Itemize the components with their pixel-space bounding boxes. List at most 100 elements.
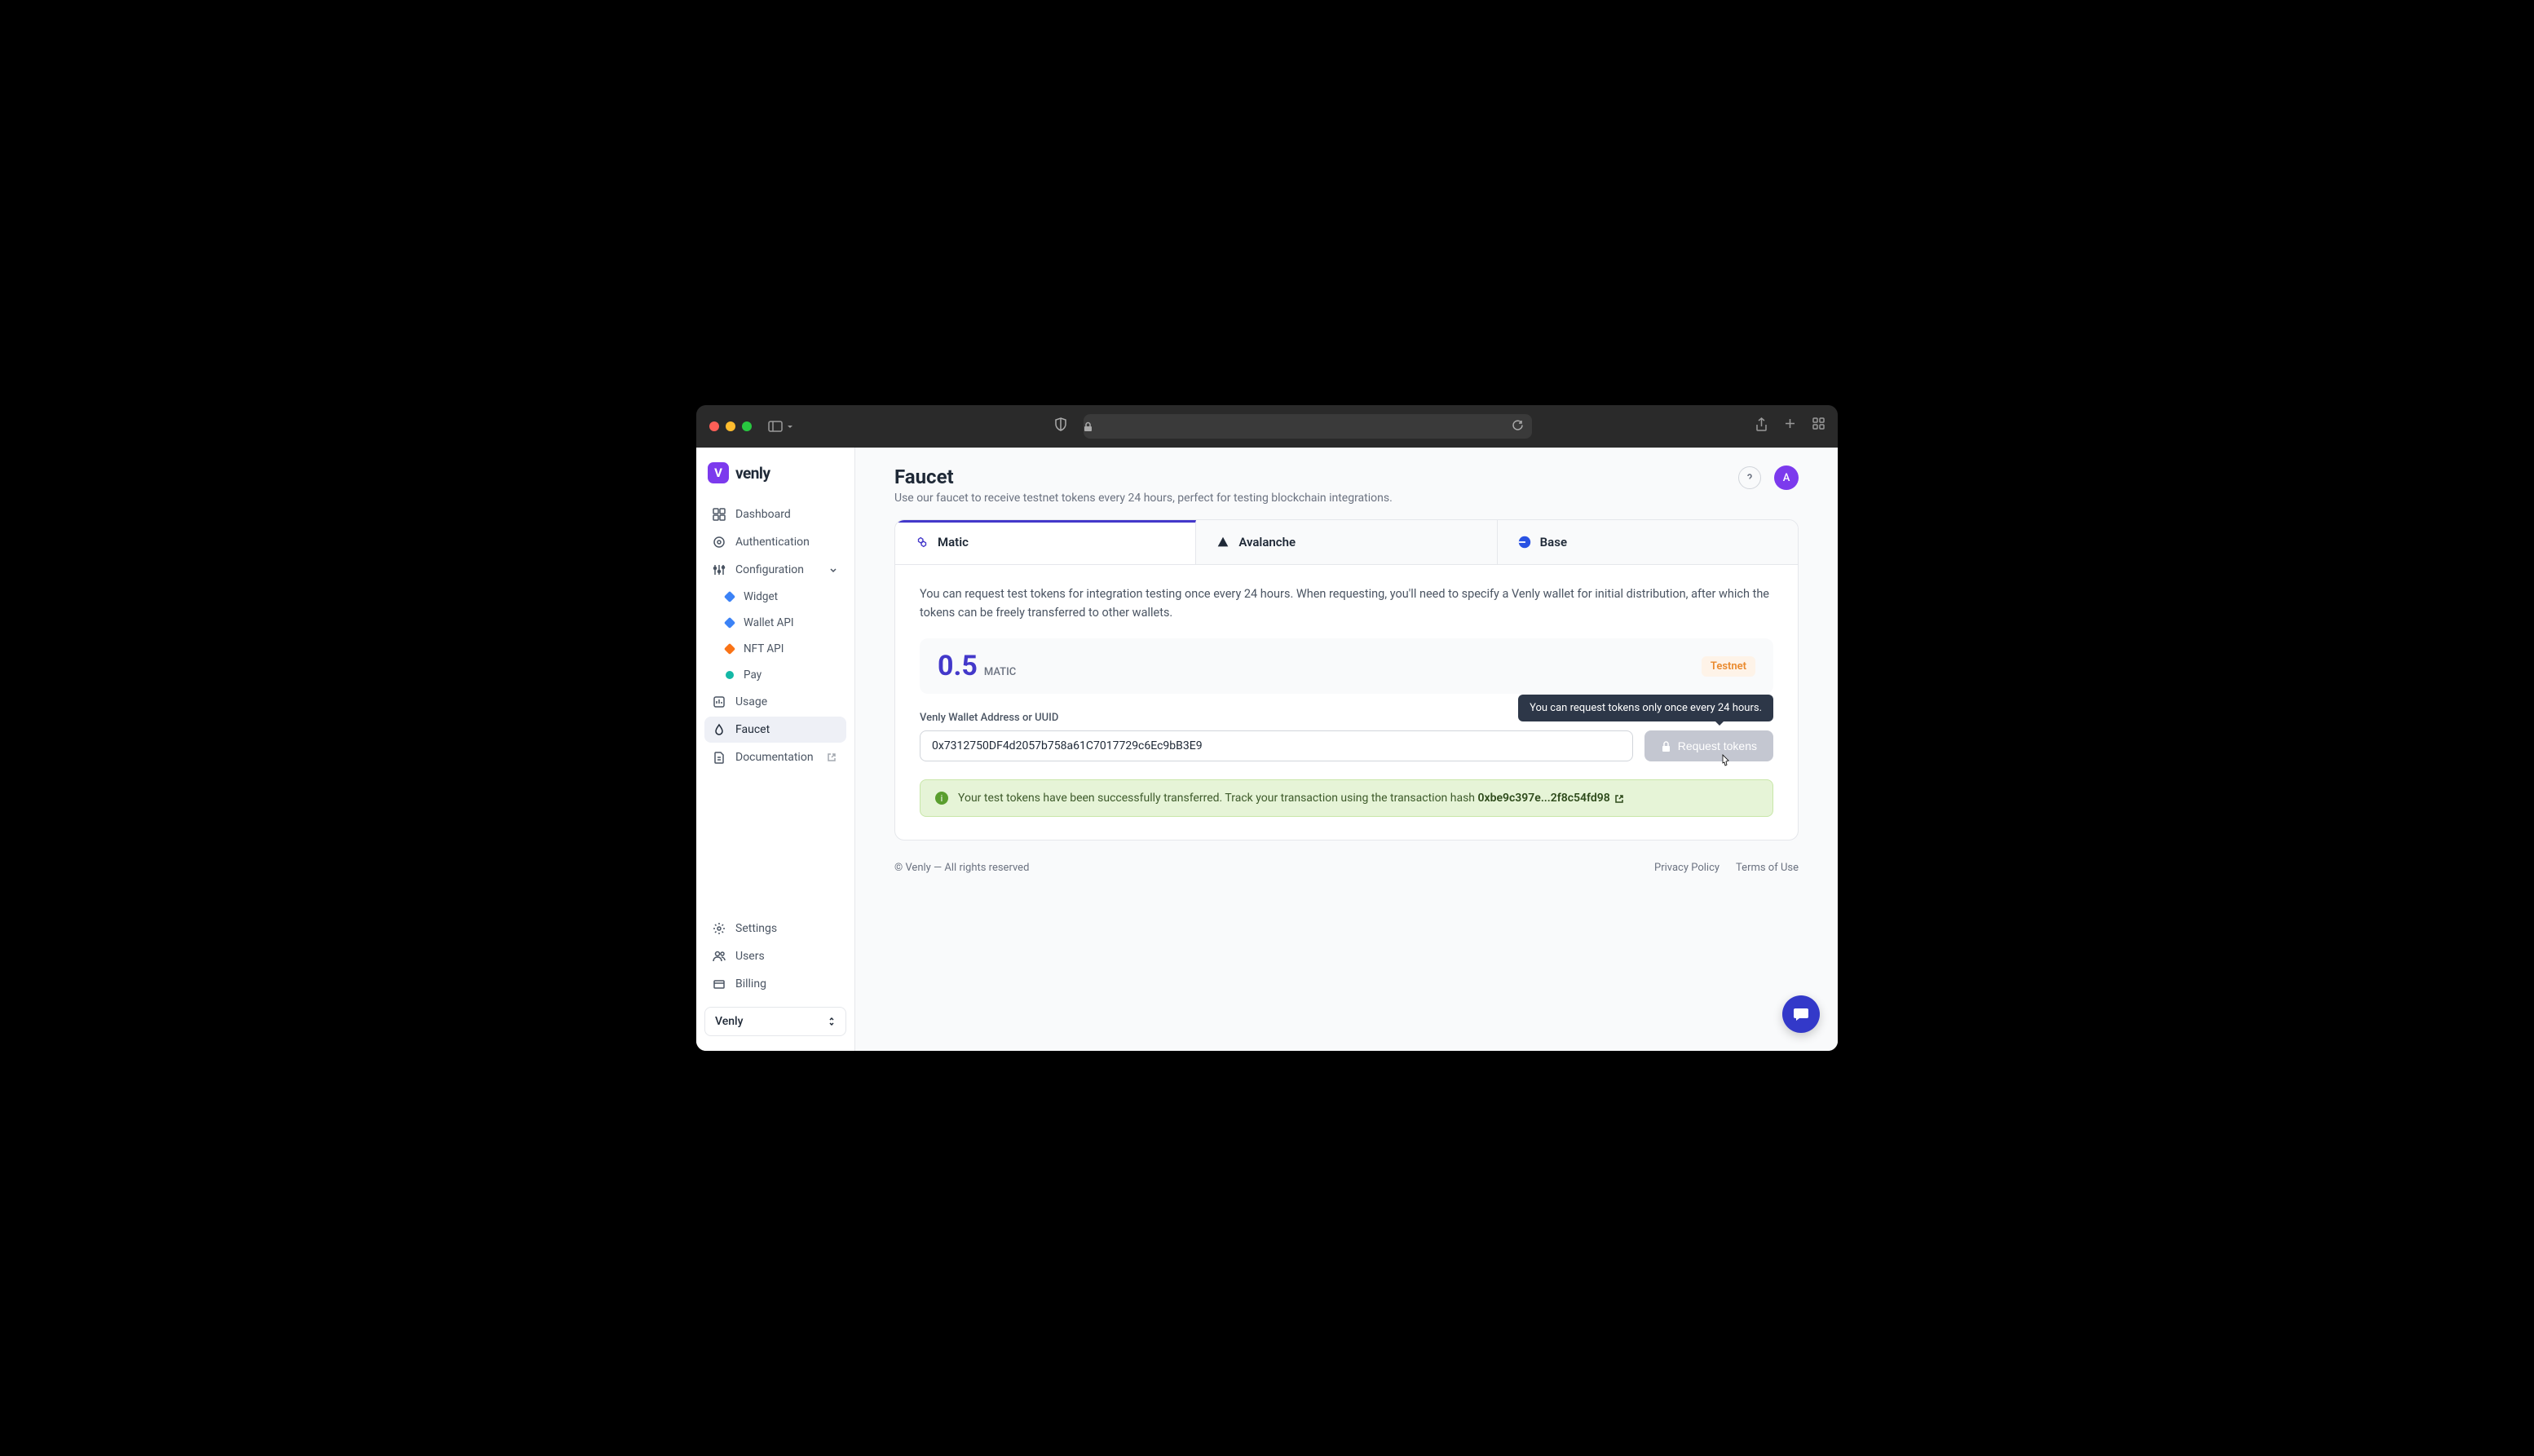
org-selector[interactable]: Venly — [704, 1007, 846, 1036]
maximize-window-button[interactable] — [742, 421, 752, 431]
sidebar-item-faucet[interactable]: Faucet — [704, 717, 846, 743]
tab-avalanche[interactable]: Avalanche — [1196, 520, 1497, 564]
tab-label: Matic — [938, 535, 969, 549]
success-icon: i — [935, 792, 948, 805]
logo-text: venly — [735, 464, 770, 483]
sidebar-item-configuration[interactable]: Configuration — [704, 557, 846, 583]
sidebar: V venly Dashboard Authentication Configu… — [696, 448, 855, 1051]
page-title: Faucet — [894, 465, 1393, 488]
success-message: Your test tokens have been successfully … — [958, 792, 1478, 805]
transaction-hash-link[interactable]: 0xbe9c397e...2f8c54fd98 — [1478, 792, 1625, 805]
lock-icon — [1084, 421, 1093, 432]
sidebar-item-label: NFT API — [744, 642, 784, 655]
avalanche-icon — [1216, 535, 1230, 549]
external-link-icon — [827, 752, 837, 762]
sidebar-toggle-button[interactable] — [768, 421, 794, 432]
sidebar-bottom: Settings Users Billing Venly — [696, 916, 854, 1036]
gear-icon — [713, 922, 726, 935]
terms-of-use-link[interactable]: Terms of Use — [1736, 862, 1799, 874]
question-icon — [1744, 472, 1755, 483]
widget-icon — [724, 591, 735, 602]
sidebar-item-label: Faucet — [735, 723, 770, 736]
new-tab-button[interactable] — [1784, 417, 1796, 435]
faucet-card: Matic Avalanche Base You can request tes… — [894, 519, 1799, 841]
help-button[interactable] — [1738, 466, 1761, 489]
footer: © Venly — All rights reserved Privacy Po… — [894, 862, 1799, 874]
sidebar-item-label: Configuration — [735, 563, 804, 576]
pay-icon — [726, 671, 734, 679]
chat-bubble-button[interactable] — [1782, 995, 1820, 1033]
sidebar-item-nft-api[interactable]: NFT API — [717, 637, 846, 661]
reload-button[interactable] — [1512, 419, 1524, 435]
app-content: V venly Dashboard Authentication Configu… — [696, 448, 1838, 1051]
org-selector-label: Venly — [715, 1015, 743, 1028]
sidebar-item-label: Pay — [744, 668, 762, 682]
chain-tabs: Matic Avalanche Base — [895, 520, 1798, 565]
close-window-button[interactable] — [709, 421, 719, 431]
faucet-icon — [713, 723, 726, 736]
config-subnav: Widget Wallet API NFT API Pay — [704, 585, 846, 687]
privacy-policy-link[interactable]: Privacy Policy — [1654, 862, 1720, 874]
main-header: Faucet Use our faucet to receive testnet… — [855, 448, 1838, 519]
sidebar-item-settings[interactable]: Settings — [704, 916, 846, 942]
traffic-lights — [709, 421, 752, 431]
sidebar-item-users[interactable]: Users — [704, 943, 846, 969]
testnet-badge: Testnet — [1702, 656, 1755, 677]
request-tokens-button[interactable]: Request tokens — [1644, 730, 1773, 761]
sidebar-item-label: Dashboard — [735, 508, 791, 521]
usage-icon — [713, 695, 726, 708]
sidebar-item-wallet-api[interactable]: Wallet API — [717, 611, 846, 635]
sidebar-item-documentation[interactable]: Documentation — [704, 744, 846, 770]
sidebar-item-label: Users — [735, 950, 765, 963]
sidebar-item-label: Widget — [744, 590, 778, 603]
logo-badge: V — [708, 462, 729, 483]
address-input[interactable] — [920, 730, 1633, 761]
auth-icon — [713, 536, 726, 549]
sidebar-item-label: Usage — [735, 695, 767, 708]
main-area: Faucet Use our faucet to receive testnet… — [855, 448, 1838, 1051]
chevron-down-icon — [828, 565, 838, 575]
shield-icon[interactable] — [1054, 417, 1067, 435]
external-link-icon — [1614, 794, 1624, 804]
address-form-row: You can request tokens only once every 2… — [920, 730, 1773, 761]
config-icon — [713, 563, 726, 576]
sidebar-item-label: Authentication — [735, 536, 810, 549]
selector-icon — [828, 1016, 836, 1027]
url-bar[interactable] — [1084, 414, 1532, 439]
footer-copyright: © Venly — All rights reserved — [894, 862, 1029, 874]
sidebar-item-pay[interactable]: Pay — [717, 663, 846, 687]
tab-matic[interactable]: Matic — [895, 520, 1196, 564]
success-banner: i Your test tokens have been successfull… — [920, 779, 1773, 817]
sidebar-item-label: Documentation — [735, 751, 814, 764]
tabs-overview-button[interactable] — [1812, 417, 1825, 435]
sidebar-item-usage[interactable]: Usage — [704, 689, 846, 715]
sidebar-item-widget[interactable]: Widget — [717, 585, 846, 609]
sidebar-item-label: Settings — [735, 922, 777, 935]
wallet-api-icon — [724, 617, 735, 629]
tab-base[interactable]: Base — [1498, 520, 1798, 564]
sidebar-item-label: Billing — [735, 977, 766, 991]
rate-limit-tooltip: You can request tokens only once every 2… — [1518, 695, 1773, 721]
tab-label: Avalanche — [1238, 535, 1296, 549]
doc-icon — [713, 751, 726, 764]
browser-chrome — [696, 405, 1838, 448]
nav-arrows — [817, 419, 830, 435]
avatar[interactable]: A — [1774, 465, 1799, 490]
tab-label: Base — [1540, 535, 1567, 549]
info-text: You can request test tokens for integrat… — [920, 585, 1773, 622]
share-button[interactable] — [1755, 417, 1768, 435]
dashboard-icon — [713, 508, 726, 521]
minimize-window-button[interactable] — [726, 421, 735, 431]
sidebar-item-billing[interactable]: Billing — [704, 971, 846, 997]
browser-window: V venly Dashboard Authentication Configu… — [696, 405, 1838, 1051]
card-body: You can request test tokens for integrat… — [895, 565, 1798, 840]
sidebar-item-authentication[interactable]: Authentication — [704, 529, 846, 555]
sidebar-item-dashboard[interactable]: Dashboard — [704, 501, 846, 527]
amount-row: 0.5 MATIC Testnet — [920, 638, 1773, 694]
page-description: Use our faucet to receive testnet tokens… — [894, 492, 1393, 505]
sidebar-item-label: Wallet API — [744, 616, 794, 629]
amount-value: 0.5 — [938, 650, 978, 682]
brand-logo[interactable]: V venly — [696, 462, 854, 501]
lock-icon — [1661, 740, 1671, 752]
nav-main: Dashboard Authentication Configuration — [696, 501, 854, 916]
